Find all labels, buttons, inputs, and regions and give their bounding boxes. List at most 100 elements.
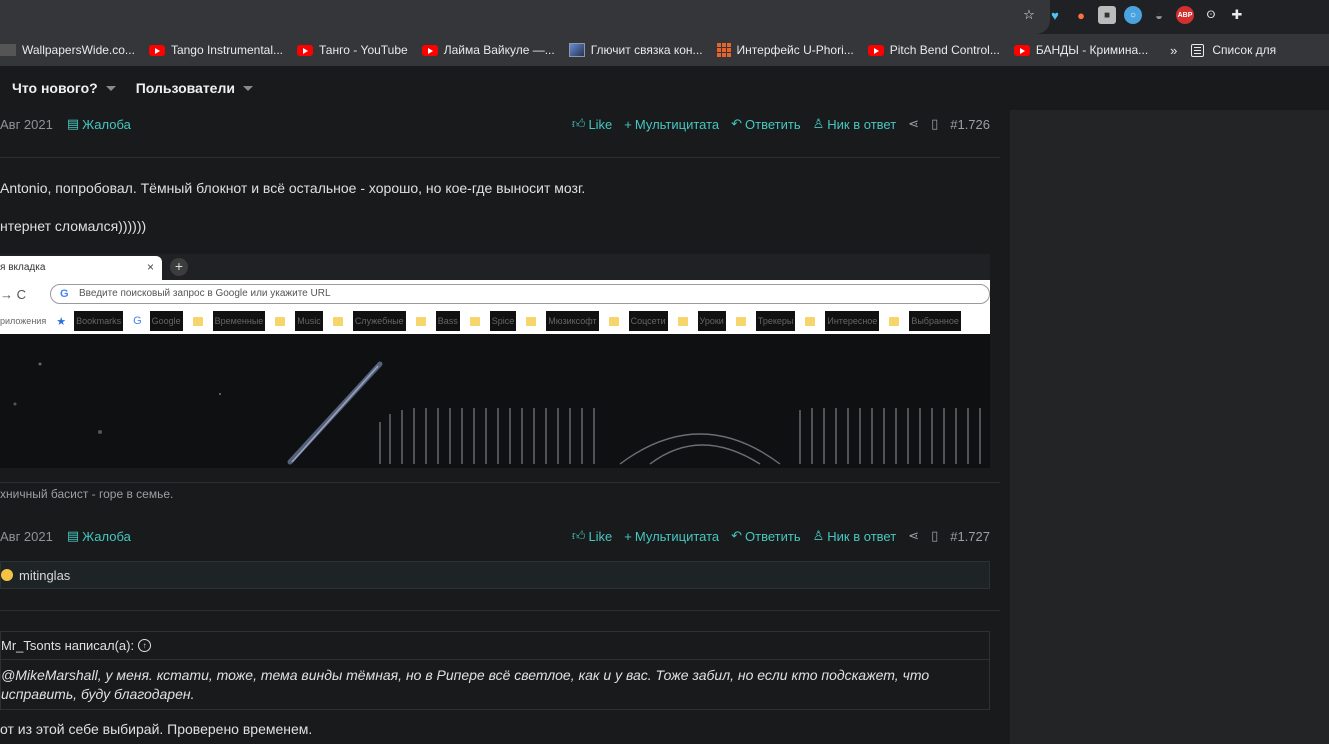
reading-list-icon[interactable]: [1191, 43, 1205, 57]
image-bookmark: Bass: [415, 311, 460, 331]
post-action-bar: Авг 2021 ▤ Жалоба 👍︎ Like + Мультицитата…: [0, 522, 990, 550]
bookmark-icon[interactable]: ▯: [931, 116, 938, 132]
post-number[interactable]: #1.727: [950, 529, 990, 544]
bookmark-item[interactable]: БАНДЫ - Кримина...: [1013, 43, 1148, 57]
report-icon: ▤: [66, 116, 80, 131]
report-label: Жалоба: [82, 528, 131, 544]
extensions-puzzle-icon[interactable]: ✚: [1228, 6, 1246, 24]
nav-users[interactable]: Пользователи: [136, 80, 253, 96]
share-icon[interactable]: ⋖: [908, 116, 919, 132]
post-date[interactable]: Авг 2021: [0, 117, 53, 132]
bookmark-item[interactable]: Pitch Bend Control...: [867, 43, 1000, 57]
nav-whats-new[interactable]: Что нового?: [12, 80, 116, 96]
nick-reply-label: Ник в ответ: [827, 116, 897, 132]
image-bookmark-label: Соцсети: [628, 311, 668, 331]
extension-fire-icon[interactable]: ●: [1072, 6, 1090, 24]
multiquote-button[interactable]: + Мультицитата: [624, 117, 719, 132]
divider: [0, 610, 1000, 611]
quote-body: @MikeMarshall, у меня. кстати, тоже, тем…: [1, 660, 989, 704]
folder-icon: [805, 316, 816, 326]
bookmark-label: Глючит связка кон...: [590, 43, 703, 57]
image-bookmark: Мюзиксофт: [526, 311, 599, 331]
image-bookmark: риложения: [0, 316, 46, 326]
youtube-icon: [421, 44, 438, 56]
report-button[interactable]: ▤ Жалоба: [67, 116, 131, 132]
image-bookmark: Временные: [192, 311, 266, 331]
nav-arrows-icon: → C: [0, 287, 26, 302]
like-label: Like: [588, 528, 613, 544]
extension-hat-icon[interactable]: ◒: [1150, 6, 1168, 24]
reading-list-label[interactable]: Список для: [1212, 43, 1276, 57]
reaction-emoji-icon: [1, 569, 13, 581]
plus-icon: +: [624, 116, 632, 132]
user-icon: ♙: [812, 528, 825, 543]
arrow-up-circle-icon[interactable]: ↑: [138, 639, 152, 652]
bookmarks-overflow-chevron-icon[interactable]: »: [1170, 43, 1177, 58]
chevron-down-icon: [242, 85, 253, 91]
bookmark-item[interactable]: Глючит связка кон...: [568, 43, 703, 57]
quote-author: Mr_Tsonts написал(а):: [1, 638, 135, 653]
share-icon[interactable]: ⋖: [908, 528, 919, 544]
reaction-user[interactable]: mitinglas: [19, 568, 70, 583]
extension-heart-icon[interactable]: ♥: [1046, 6, 1064, 24]
mention-link[interactable]: @MikeMarshall: [1, 667, 98, 683]
bookmark-item[interactable]: Танго - YouTube: [297, 43, 408, 57]
dark-wallpaper-graphic: [13, 361, 981, 465]
active-tab[interactable]: [0, 0, 1050, 34]
reactions-bar[interactable]: mitinglas: [0, 561, 990, 589]
post-date[interactable]: Авг 2021: [0, 529, 53, 544]
nick-reply-button[interactable]: ♙ Ник в ответ: [813, 528, 897, 544]
bookmark-item[interactable]: Tango Instrumental...: [148, 43, 283, 57]
image-bookmark-label: Выбранное: [909, 311, 961, 331]
report-label: Жалоба: [82, 116, 131, 132]
bookmark-icon[interactable]: ▯: [931, 528, 938, 544]
post-text: от из этой себе выбирай. Проверено време…: [0, 721, 313, 737]
image-bookmark: Music: [275, 311, 323, 331]
image-bookmark-label: Мюзиксофт: [546, 311, 599, 331]
google-icon: G: [133, 315, 142, 327]
wallpaperswide-icon: [0, 44, 16, 56]
image-tab: я вкладка ×: [0, 256, 162, 280]
google-icon: G: [60, 288, 69, 300]
bookmark-item[interactable]: WallpapersWide.co...: [0, 43, 135, 57]
multiquote-button[interactable]: + Мультицитата: [624, 529, 719, 544]
adblock-icon[interactable]: ABP: [1176, 6, 1194, 24]
thread-content: Авг 2021 ▤ Жалоба 👍︎ Like + Мультицитата…: [0, 110, 1010, 744]
folder-icon: [677, 316, 688, 326]
post-number[interactable]: #1.726: [950, 117, 990, 132]
reply-button[interactable]: ↶ Ответить: [731, 116, 800, 132]
extension-square-icon[interactable]: ■: [1098, 6, 1116, 24]
divider: [0, 157, 1000, 158]
post-action-bar: Авг 2021 ▤ Жалоба 👍︎ Like + Мультицитата…: [0, 110, 990, 138]
bookmark-item[interactable]: Интерфейс U-Phori...: [716, 43, 854, 57]
nick-reply-label: Ник в ответ: [827, 528, 897, 544]
like-button[interactable]: 👍︎ Like: [572, 116, 612, 132]
image-bookmark-label: риложения: [0, 316, 47, 326]
folder-icon: [526, 316, 537, 326]
image-bookmark: Уроки: [677, 311, 726, 331]
extension-search-icon[interactable]: ○: [1124, 6, 1142, 24]
browser-tab-strip: ☆ ♥ ● ■ ○ ◒ ABP ⵙ ✚: [0, 0, 1329, 34]
image-toolbar: → C G Введите поисковый запрос в Google …: [0, 280, 990, 308]
youtube-icon: [148, 44, 165, 56]
image-bookmark-label: Spice: [489, 311, 517, 331]
plus-icon: +: [170, 258, 188, 276]
image-bookmark-label: Интересное: [825, 311, 880, 331]
reply-button[interactable]: ↶ Ответить: [731, 528, 800, 544]
image-bookmark-label: Временные: [212, 311, 266, 331]
image-bookmark-label: Google: [149, 311, 183, 331]
report-button[interactable]: ▤ Жалоба: [67, 528, 131, 544]
close-icon: ×: [146, 260, 154, 274]
nick-reply-button[interactable]: ♙ Ник в ответ: [813, 116, 897, 132]
like-button[interactable]: 👍︎ Like: [572, 528, 612, 544]
bookmark-star-icon[interactable]: ☆: [1020, 6, 1038, 24]
forum-nav: Что нового? Пользователи: [0, 66, 1329, 110]
divider: [0, 482, 1000, 483]
thumbs-up-icon: 👍︎: [571, 116, 586, 131]
bookmark-item[interactable]: Лайма Вайкуле —...: [421, 43, 555, 57]
quote-header[interactable]: Mr_Tsonts написал(а): ↑: [1, 632, 989, 660]
extension-eyes-icon[interactable]: ⵙ: [1202, 6, 1220, 24]
image-bookmark: Выбранное: [889, 311, 961, 331]
report-icon: ▤: [66, 528, 80, 543]
post-attached-image[interactable]: я вкладка × + → C G Введите поисковый за…: [0, 254, 990, 468]
